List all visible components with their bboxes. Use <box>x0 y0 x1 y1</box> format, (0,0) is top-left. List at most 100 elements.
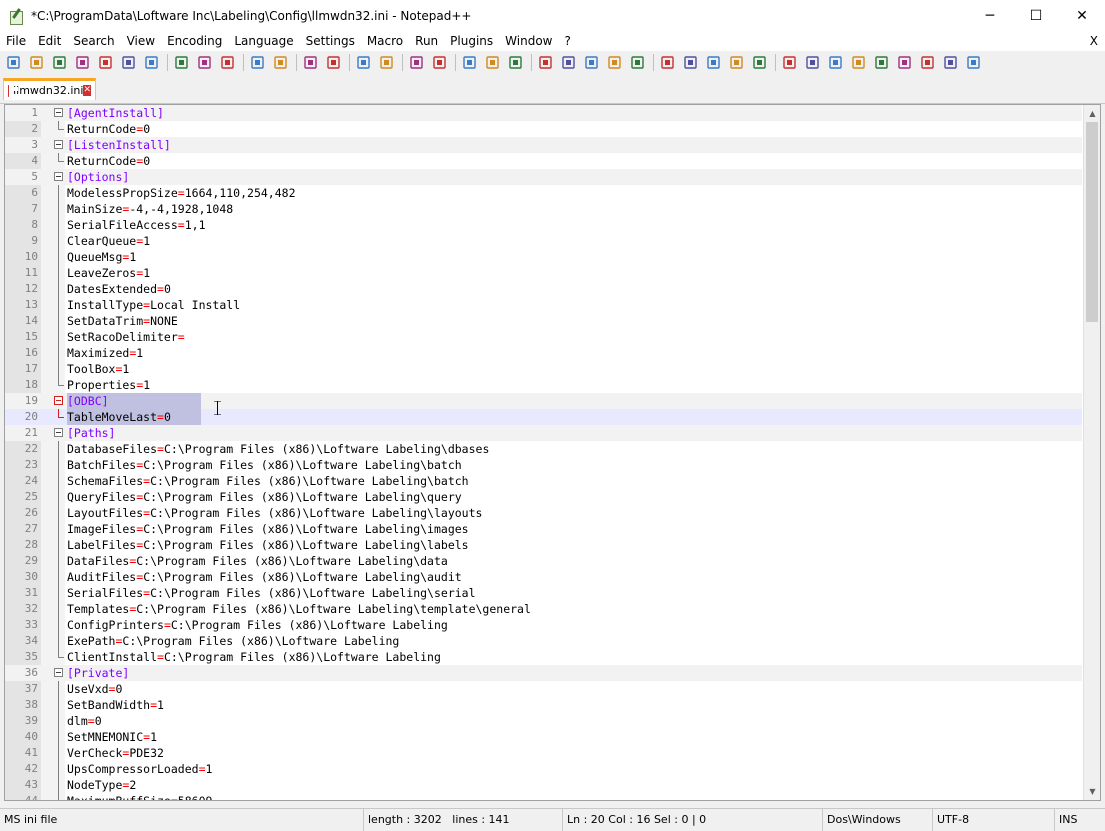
close-all-icon[interactable] <box>120 54 137 71</box>
undo-icon[interactable] <box>249 54 266 71</box>
scroll-up-icon[interactable]: ▲ <box>1084 105 1100 122</box>
plugin1-icon[interactable] <box>781 54 798 71</box>
fold-collapse-icon[interactable] <box>54 668 63 677</box>
close-icon[interactable] <box>97 54 114 71</box>
word-wrap-icon[interactable] <box>461 54 478 71</box>
fold-collapse-icon[interactable] <box>54 396 63 405</box>
function-list-icon[interactable] <box>583 54 600 71</box>
editor-line[interactable]: 37 UseVxd=0 <box>5 681 1082 697</box>
editor-line[interactable]: 16 Maximized=1 <box>5 345 1082 361</box>
editor-line[interactable]: 18 Properties=1 <box>5 377 1082 393</box>
editor-line[interactable]: 7 MainSize=-4,-4,1928,1048 <box>5 201 1082 217</box>
menu-edit[interactable]: Edit <box>32 31 67 51</box>
editor-line[interactable]: 8 SerialFileAccess=1,1 <box>5 217 1082 233</box>
plugin7-icon[interactable] <box>919 54 936 71</box>
fold-collapse-icon[interactable] <box>54 172 63 181</box>
fold-collapse-icon[interactable] <box>54 140 63 149</box>
stop-record-icon[interactable] <box>682 54 699 71</box>
status-mode[interactable]: INS <box>1055 809 1105 831</box>
menu-macro[interactable]: Macro <box>361 31 409 51</box>
editor-line[interactable]: 42 UpsCompressorLoaded=1 <box>5 761 1082 777</box>
save-all-icon[interactable] <box>74 54 91 71</box>
editor-line[interactable]: 23 BatchFiles=C:\Program Files (x86)\Loft… <box>5 457 1082 473</box>
editor-line[interactable]: 20 TableMoveLast=0 <box>5 409 1082 425</box>
editor-line[interactable]: 30 AuditFiles=C:\Program Files (x86)\Loft… <box>5 569 1082 585</box>
editor-line[interactable]: 24 SchemaFiles=C:\Program Files (x86)\Lof… <box>5 473 1082 489</box>
zoom-in-icon[interactable] <box>355 54 372 71</box>
monitoring-icon[interactable] <box>629 54 646 71</box>
editor-line[interactable]: 38 SetBandWidth=1 <box>5 697 1082 713</box>
fold-collapse-icon[interactable] <box>54 108 63 117</box>
save-macro-icon[interactable] <box>751 54 768 71</box>
copy-icon[interactable] <box>196 54 213 71</box>
editor-line[interactable]: 41 VerCheck=PDE32 <box>5 745 1082 761</box>
editor-line[interactable]: 1 [AgentInstall] <box>5 105 1082 121</box>
menu-run[interactable]: Run <box>409 31 444 51</box>
editor-line[interactable]: 44 MaximumBuffSize=58609 <box>5 793 1082 800</box>
plugin4-icon[interactable] <box>850 54 867 71</box>
replace-icon[interactable] <box>325 54 342 71</box>
fold-collapse-icon[interactable] <box>54 428 63 437</box>
editor-line[interactable]: 35 ClientInstall=C:\Program Files (x86)\L… <box>5 649 1082 665</box>
editor-line[interactable]: 33 ConfigPrinters=C:\Program Files (x86)\… <box>5 617 1082 633</box>
plugin6-icon[interactable] <box>896 54 913 71</box>
editor-line[interactable]: 34 ExePath=C:\Program Files (x86)\Loftwar… <box>5 633 1082 649</box>
menu-window[interactable]: Window <box>499 31 558 51</box>
maximize-button[interactable]: ☐ <box>1013 0 1059 31</box>
editor-line[interactable]: 3 [ListenInstall] <box>5 137 1082 153</box>
plugin2-icon[interactable] <box>804 54 821 71</box>
menu-language[interactable]: Language <box>228 31 299 51</box>
editor-line[interactable]: 10 QueueMsg=1 <box>5 249 1082 265</box>
redo-icon[interactable] <box>272 54 289 71</box>
vertical-scrollbar[interactable]: ▲ ▼ <box>1083 105 1100 800</box>
editor-line[interactable]: 36 [Private] <box>5 665 1082 681</box>
close-document-button[interactable]: X <box>1090 31 1098 51</box>
doc-map-icon[interactable] <box>560 54 577 71</box>
editor-line[interactable]: 12 DatesExtended=0 <box>5 281 1082 297</box>
menu-view[interactable]: View <box>121 31 161 51</box>
plugin8-icon[interactable] <box>942 54 959 71</box>
editor-line[interactable]: 21 [Paths] <box>5 425 1082 441</box>
close-button[interactable]: ✕ <box>1059 0 1105 31</box>
record-macro-icon[interactable] <box>659 54 676 71</box>
editor-line[interactable]: 25 QueryFiles=C:\Program Files (x86)\Loft… <box>5 489 1082 505</box>
editor-line[interactable]: 27 ImageFiles=C:\Program Files (x86)\Loft… <box>5 521 1082 537</box>
play-multiple-icon[interactable] <box>728 54 745 71</box>
plugin3-icon[interactable] <box>827 54 844 71</box>
save-icon[interactable] <box>51 54 68 71</box>
cut-icon[interactable] <box>173 54 190 71</box>
scroll-down-icon[interactable]: ▼ <box>1084 783 1100 800</box>
editor-line[interactable]: 40 SetMNEMONIC=1 <box>5 729 1082 745</box>
editor-line[interactable]: 39 dlm=0 <box>5 713 1082 729</box>
editor-line[interactable]: 2 ReturnCode=0 <box>5 121 1082 137</box>
new-file-icon[interactable] <box>5 54 22 71</box>
status-encoding[interactable]: UTF-8 <box>933 809 1055 831</box>
tab-llmwdn32-ini[interactable]: llmwdn32.ini ✕ <box>3 78 96 100</box>
editor-line[interactable]: 17 ToolBox=1 <box>5 361 1082 377</box>
print-icon[interactable] <box>143 54 160 71</box>
find-icon[interactable] <box>302 54 319 71</box>
editor-line[interactable]: 14 SetDataTrim=NONE <box>5 313 1082 329</box>
sync-vertical-icon[interactable] <box>408 54 425 71</box>
editor-line[interactable]: 32 Templates=C:\Program Files (x86)\Loftw… <box>5 601 1082 617</box>
menu-file[interactable]: File <box>0 31 32 51</box>
editor-line[interactable]: 26 LayoutFiles=C:\Program Files (x86)\Lof… <box>5 505 1082 521</box>
folder-workspace-icon[interactable] <box>606 54 623 71</box>
plugin9-icon[interactable] <box>965 54 982 71</box>
editor-line[interactable]: 11 LeaveZeros=1 <box>5 265 1082 281</box>
editor-line[interactable]: 9 ClearQueue=1 <box>5 233 1082 249</box>
menu-help[interactable]: ? <box>558 31 576 51</box>
status-eol[interactable]: Dos\Windows <box>823 809 933 831</box>
editor[interactable]: 1 [AgentInstall] 2 ReturnCode=0 3 [ListenInst… <box>4 104 1101 801</box>
editor-line[interactable]: 29 DataFiles=C:\Program Files (x86)\Loftw… <box>5 553 1082 569</box>
tab-close-icon[interactable]: ✕ <box>83 85 91 96</box>
editor-line[interactable]: 28 LabelFiles=C:\Program Files (x86)\Loft… <box>5 537 1082 553</box>
udl-icon[interactable] <box>537 54 554 71</box>
show-all-chars-icon[interactable] <box>484 54 501 71</box>
editor-line[interactable]: 5 [Options] <box>5 169 1082 185</box>
editor-line[interactable]: 13 InstallType=Local Install <box>5 297 1082 313</box>
paste-icon[interactable] <box>219 54 236 71</box>
zoom-out-icon[interactable] <box>378 54 395 71</box>
menu-encoding[interactable]: Encoding <box>161 31 228 51</box>
editor-line[interactable]: 15 SetRacoDelimiter= <box>5 329 1082 345</box>
